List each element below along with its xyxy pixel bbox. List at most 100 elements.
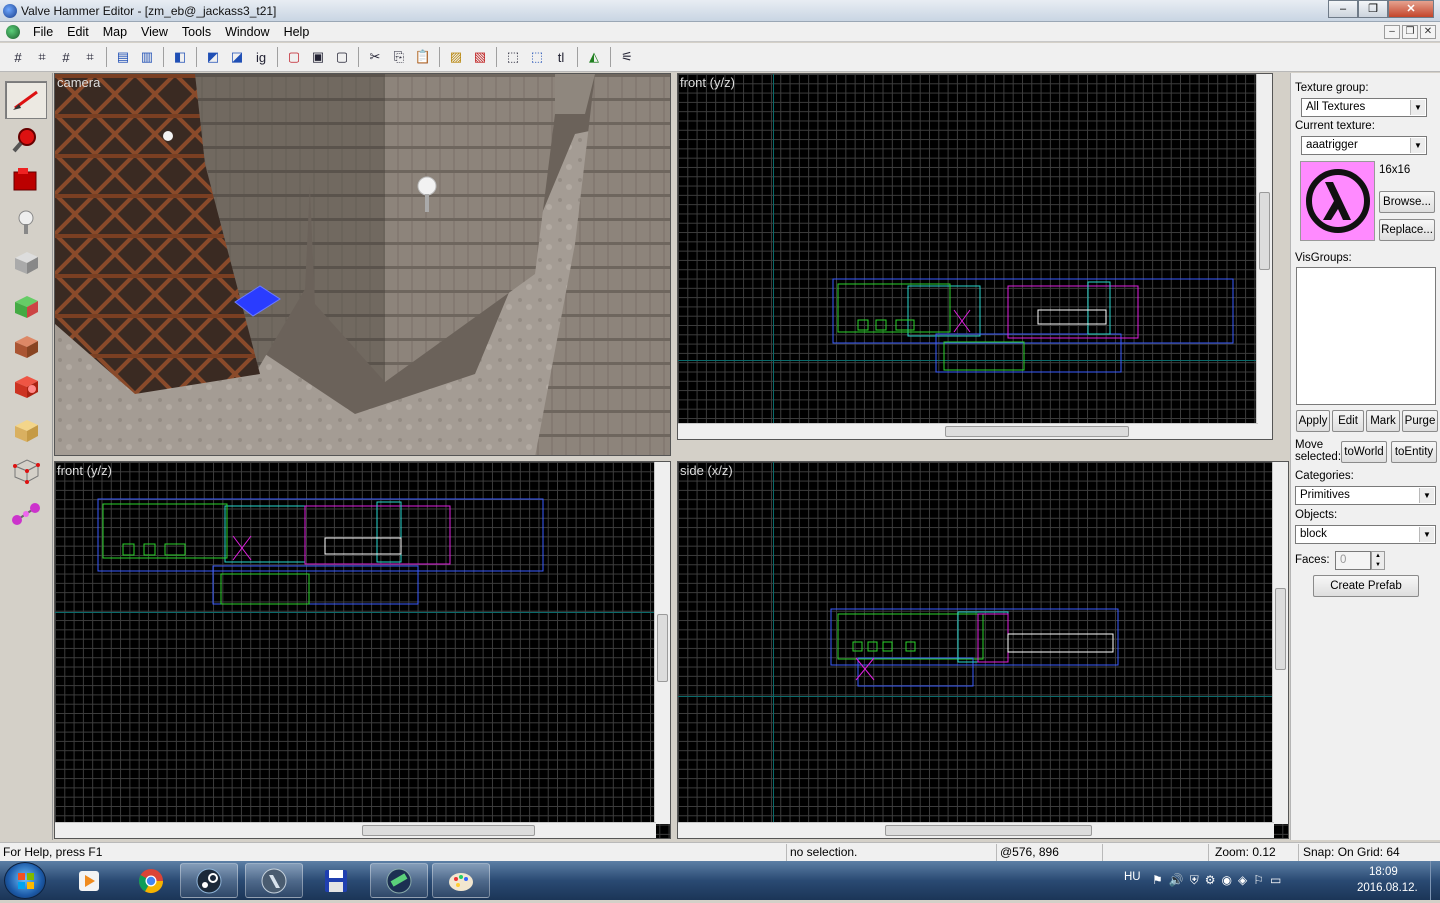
decal-tool-icon[interactable] [5, 367, 47, 405]
scrollbar-thumb[interactable] [945, 426, 1129, 437]
show-desktop-button[interactable] [1430, 861, 1440, 900]
hollow-icon[interactable]: ◩ [202, 46, 224, 68]
hl-launcher-icon[interactable] [245, 863, 303, 898]
side-xz-viewport[interactable]: side (x/z) [677, 461, 1289, 839]
current-texture-dropdown[interactable]: aaatrigger ▼ [1301, 136, 1427, 155]
hammer-icon[interactable] [370, 863, 428, 898]
paste-icon[interactable]: 📋 [412, 46, 434, 68]
horizontal-scrollbar[interactable] [678, 822, 1274, 838]
vertical-scrollbar[interactable] [1256, 74, 1272, 439]
check-problems-icon[interactable]: ⚟ [616, 46, 638, 68]
menu-file[interactable]: File [26, 25, 60, 39]
vertical-scrollbar[interactable] [1272, 462, 1288, 824]
chevron-down-icon[interactable]: ▼ [1419, 488, 1434, 503]
scrollbar-thumb[interactable] [1275, 588, 1286, 670]
minimize-button[interactable]: – [1328, 0, 1358, 18]
magnify-tool-icon[interactable] [5, 121, 47, 159]
hollow-brush-icon[interactable]: ▨ [445, 46, 467, 68]
maximize-button[interactable]: ❐ [1358, 0, 1388, 18]
cut-icon[interactable]: ✂ [364, 46, 386, 68]
faces-input[interactable]: 0 [1335, 551, 1371, 570]
texture-lock-icon[interactable]: ▢ [283, 46, 305, 68]
tie-to-entity-icon[interactable]: ▧ [469, 46, 491, 68]
media-player-icon[interactable] [60, 863, 118, 898]
selection-tool-icon[interactable] [5, 81, 47, 119]
clock-date[interactable]: 2016.08.12. [1357, 882, 1418, 894]
browse-button[interactable]: Browse... [1379, 191, 1435, 213]
menu-tools[interactable]: Tools [175, 25, 218, 39]
network-icon[interactable]: ⚙ [1205, 873, 1216, 888]
camera-viewport[interactable]: camera [54, 73, 671, 456]
mark-button[interactable]: Mark [1366, 410, 1400, 432]
scrollbar-thumb[interactable] [657, 614, 668, 682]
edit-button[interactable]: Edit [1332, 410, 1364, 432]
path-tool-icon[interactable] [5, 495, 47, 533]
visgroups-list[interactable] [1296, 267, 1436, 405]
selection-box-icon[interactable]: ⬚ [502, 46, 524, 68]
front-yz-viewport-2[interactable]: front (y/z) [54, 461, 671, 839]
texture-app-icon[interactable] [5, 287, 47, 325]
scrollbar-thumb[interactable] [1259, 192, 1270, 270]
chevron-down-icon[interactable]: ▼ [1410, 100, 1425, 115]
flag-icon[interactable]: ⚐ [1253, 873, 1264, 888]
categories-dropdown[interactable]: Primitives ▼ [1295, 486, 1436, 505]
grid-toggle-icon[interactable]: # [7, 46, 29, 68]
chevron-down-icon[interactable]: ▼ [1410, 138, 1425, 153]
entity-tool-icon[interactable] [5, 203, 47, 241]
start-orb[interactable] [4, 862, 46, 899]
text-icon[interactable]: tl [550, 46, 572, 68]
display-icon[interactable]: ▭ [1270, 873, 1281, 888]
objects-dropdown[interactable]: block ▼ [1295, 525, 1436, 544]
purge-button[interactable]: Purge [1402, 410, 1438, 432]
mdi-restore-button[interactable]: ❐ [1402, 25, 1418, 39]
language-indicator[interactable]: HU [1124, 871, 1141, 883]
vertex-tool-icon[interactable] [5, 451, 47, 489]
volume-icon[interactable]: 🔊 [1169, 873, 1184, 888]
action-center-icon[interactable]: ⚑ [1152, 873, 1163, 888]
carve-icon[interactable]: ◧ [169, 46, 191, 68]
horizontal-scrollbar[interactable] [678, 423, 1258, 439]
replace-button[interactable]: Replace... [1379, 219, 1435, 241]
apply-texture-icon[interactable] [5, 327, 47, 365]
horizontal-scrollbar[interactable] [55, 822, 656, 838]
chevron-down-icon[interactable]: ▼ [1419, 527, 1434, 542]
front-yz-viewport[interactable]: front (y/z) [677, 73, 1273, 440]
clipping-tool-icon[interactable] [5, 411, 47, 449]
clip-icon[interactable]: ◪ [226, 46, 248, 68]
close-button[interactable]: ✕ [1388, 0, 1434, 18]
menu-edit[interactable]: Edit [60, 25, 96, 39]
apply-button[interactable]: Apply [1296, 410, 1330, 432]
security-icon[interactable]: ⛨ [1190, 873, 1199, 888]
scrollbar-thumb[interactable] [885, 825, 1092, 836]
unhide-icon[interactable]: ▢ [331, 46, 353, 68]
document-icon[interactable] [6, 24, 20, 39]
to-world-button[interactable]: toWorld [1341, 441, 1387, 463]
steam-icon[interactable] [180, 863, 238, 898]
menu-map[interactable]: Map [96, 25, 134, 39]
steam-tray-icon[interactable]: ◉ [1222, 873, 1232, 888]
select-by-handle-icon[interactable]: ⬚ [526, 46, 548, 68]
create-prefab-button[interactable]: Create Prefab [1313, 575, 1419, 597]
ungroup-icon[interactable]: ▥ [136, 46, 158, 68]
menu-window[interactable]: Window [218, 25, 276, 39]
3d-grid-icon[interactable]: ⌗ [31, 46, 53, 68]
mdi-minimize-button[interactable]: – [1384, 25, 1400, 39]
menu-view[interactable]: View [134, 25, 175, 39]
copy-icon[interactable]: ⎘ [388, 46, 410, 68]
faces-spinner[interactable]: ▲ ▼ [1371, 551, 1385, 570]
tray-app-icon[interactable]: ◈ [1238, 873, 1247, 888]
paint-icon[interactable] [432, 863, 490, 898]
to-entity-button[interactable]: toEntity [1391, 441, 1437, 463]
camera-tool-icon[interactable] [5, 161, 47, 199]
hide-icon[interactable]: ▣ [307, 46, 329, 68]
clock-time[interactable]: 18:09 [1369, 866, 1398, 878]
texture-group-dropdown[interactable]: All Textures ▼ [1301, 98, 1427, 117]
ignore-group-icon[interactable]: ig [250, 46, 272, 68]
run-map-icon[interactable]: ◭ [583, 46, 605, 68]
scrollbar-thumb[interactable] [362, 825, 535, 836]
larger-grid-icon[interactable]: ⌗ [79, 46, 101, 68]
block-tool-icon[interactable] [5, 243, 47, 281]
chrome-icon[interactable] [122, 863, 180, 898]
menu-help[interactable]: Help [277, 25, 317, 39]
group-icon[interactable]: ▤ [112, 46, 134, 68]
